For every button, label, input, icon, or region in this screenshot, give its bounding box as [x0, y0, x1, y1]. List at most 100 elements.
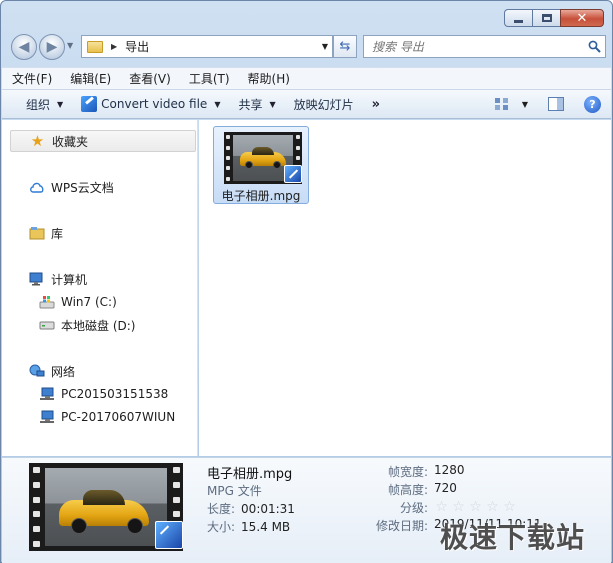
- film-strip-left: [29, 463, 43, 551]
- menu-bar: 文件(F) 编辑(E) 查看(V) 工具(T) 帮助(H): [2, 67, 611, 89]
- view-grid-icon: [494, 98, 508, 110]
- menu-help[interactable]: 帮助(H): [238, 70, 298, 87]
- details-length: 长度: 00:01:31: [207, 500, 295, 517]
- video-app-badge-icon: [284, 165, 302, 183]
- preview-pane-button[interactable]: [548, 97, 564, 111]
- preview-pane-icon: [548, 97, 564, 111]
- star-icon[interactable]: ☆: [451, 499, 466, 515]
- wheel: [71, 518, 87, 534]
- library-icon: [28, 226, 45, 240]
- organize-button[interactable]: 组织 ▼: [2, 90, 72, 118]
- breadcrumb-chevron-icon[interactable]: ▶: [111, 42, 117, 51]
- sidebar-label: PC201503151538: [61, 387, 169, 401]
- frame-height-label: 帧高度:: [387, 483, 428, 497]
- details-size: 大小: 15.4 MB: [207, 518, 290, 535]
- menu-file[interactable]: 文件(F): [2, 70, 60, 87]
- dropdown-arrow-icon: ▼: [57, 99, 64, 109]
- caption-buttons: ✕: [504, 9, 604, 27]
- hard-drive-icon: [38, 320, 55, 330]
- share-button[interactable]: 共享 ▼: [229, 90, 284, 118]
- sidebar-item-pc1[interactable]: PC201503151538: [38, 383, 168, 405]
- frame-width-value: 1280: [434, 463, 465, 477]
- sidebar-label: 收藏夹: [52, 134, 89, 149]
- back-button[interactable]: ◀: [11, 34, 37, 60]
- file-name: 电子相册.mpg: [221, 189, 301, 203]
- forward-button[interactable]: ▶: [39, 34, 65, 60]
- view-controls: ▼ ?: [488, 95, 611, 113]
- view-dropdown-icon[interactable]: ▼: [522, 100, 528, 109]
- sidebar-item-wps[interactable]: WPS云文档: [28, 176, 114, 198]
- close-button[interactable]: ✕: [560, 9, 604, 27]
- sidebar-item-pc2[interactable]: PC-20170607WIUN: [38, 406, 175, 428]
- help-icon[interactable]: ?: [584, 95, 601, 113]
- recent-pages-dropdown-icon[interactable]: ▼: [67, 41, 73, 50]
- sidebar-label: 网络: [51, 364, 76, 379]
- breadcrumb-current[interactable]: 导出: [125, 38, 149, 55]
- sidebar-item-drive-c[interactable]: Win7 (C:): [38, 291, 117, 313]
- convert-video-icon: [81, 96, 98, 112]
- search-box[interactable]: [363, 35, 606, 58]
- refresh-icon: ⇆: [339, 39, 351, 54]
- sidebar-item-computer[interactable]: 计算机: [28, 268, 87, 290]
- forward-arrow-icon: ▶: [46, 39, 58, 55]
- star-icon[interactable]: ☆: [434, 499, 449, 515]
- film-strip-left: [224, 132, 232, 184]
- cloud-icon: [28, 181, 45, 193]
- close-icon: ✕: [576, 10, 588, 26]
- menu-view[interactable]: 查看(V): [119, 70, 179, 87]
- size-label: 大小:: [207, 520, 236, 534]
- sidebar-item-library[interactable]: 库: [28, 222, 63, 244]
- details-pane: 电子相册.mpg MPG 文件 长度: 00:01:31 大小: 15.4 MB 帧…: [2, 457, 611, 563]
- computer-icon: [28, 272, 45, 286]
- slideshow-button[interactable]: 放映幻灯片: [285, 90, 363, 118]
- system-drive-icon: [38, 295, 55, 309]
- star-icon[interactable]: ☆: [485, 499, 500, 515]
- rating-label: 分级:: [399, 501, 428, 515]
- sidebar-label: WPS云文档: [51, 180, 114, 195]
- address-bar[interactable]: ▶ 导出 ▼: [81, 35, 333, 58]
- organize-label: 组织: [26, 97, 51, 112]
- length-value: 00:01:31: [241, 502, 295, 516]
- rating-stars[interactable]: ☆ ☆ ☆ ☆ ☆: [434, 499, 519, 515]
- details-thumbnail: [29, 463, 183, 551]
- star-icon[interactable]: ☆: [468, 499, 483, 515]
- watermark-logo: 极速下载站: [440, 521, 586, 554]
- star-icon[interactable]: ☆: [502, 499, 517, 515]
- modified-label: 修改日期:: [375, 519, 428, 533]
- address-dropdown-icon[interactable]: ▼: [322, 42, 328, 51]
- refresh-button[interactable]: ⇆: [333, 35, 357, 58]
- length-label: 长度:: [207, 502, 236, 516]
- size-value: 15.4 MB: [241, 520, 291, 534]
- details-file-type: MPG 文件: [207, 484, 262, 498]
- sidebar-item-favorites[interactable]: ★ 收藏夹: [10, 130, 196, 152]
- back-arrow-icon: ◀: [18, 39, 30, 55]
- maximize-button[interactable]: [532, 9, 560, 27]
- file-list[interactable]: 电子相册.mpg: [199, 120, 611, 456]
- network-computer-icon: [38, 387, 55, 401]
- sidebar-item-drive-d[interactable]: 本地磁盘 (D:): [38, 314, 135, 336]
- wheel: [245, 161, 253, 169]
- sidebar-label: Win7 (C:): [61, 295, 117, 309]
- search-icon[interactable]: [585, 40, 603, 53]
- menu-tools[interactable]: 工具(T): [179, 70, 238, 87]
- maximize-icon: [541, 14, 552, 22]
- sidebar-label: 库: [51, 226, 64, 241]
- minimize-button[interactable]: [504, 9, 532, 27]
- navigation-pane: ★ 收藏夹 WPS云文档 库 计算机 Win7 (C:) 本地磁盘 (D:) 网…: [2, 120, 198, 456]
- change-view-button[interactable]: [494, 97, 510, 111]
- file-item[interactable]: 电子相册.mpg: [213, 126, 309, 204]
- sidebar-label: 计算机: [51, 272, 88, 287]
- sidebar-label: PC-20170607WIUN: [61, 410, 176, 424]
- details-file-name: 电子相册.mpg: [207, 467, 293, 482]
- slideshow-label: 放映幻灯片: [293, 97, 354, 112]
- wheel: [273, 161, 281, 169]
- car-image: [45, 468, 167, 546]
- navigation-row: ◀ ▶ ▼ ▶ 导出 ▼ ⇆: [9, 33, 606, 61]
- search-input[interactable]: [364, 36, 585, 57]
- more-commands-button[interactable]: »: [363, 90, 389, 118]
- menu-edit[interactable]: 编辑(E): [60, 70, 119, 87]
- sidebar-item-network[interactable]: 网络: [28, 360, 75, 382]
- convert-video-button[interactable]: Convert video file ▼: [72, 90, 229, 118]
- explorer-window: ✕ ◀ ▶ ▼ ▶ 导出 ▼ ⇆ 文件(F) 编辑(E) 查看(V) 工具(T)…: [0, 0, 613, 563]
- sidebar-label: 本地磁盘 (D:): [61, 318, 136, 333]
